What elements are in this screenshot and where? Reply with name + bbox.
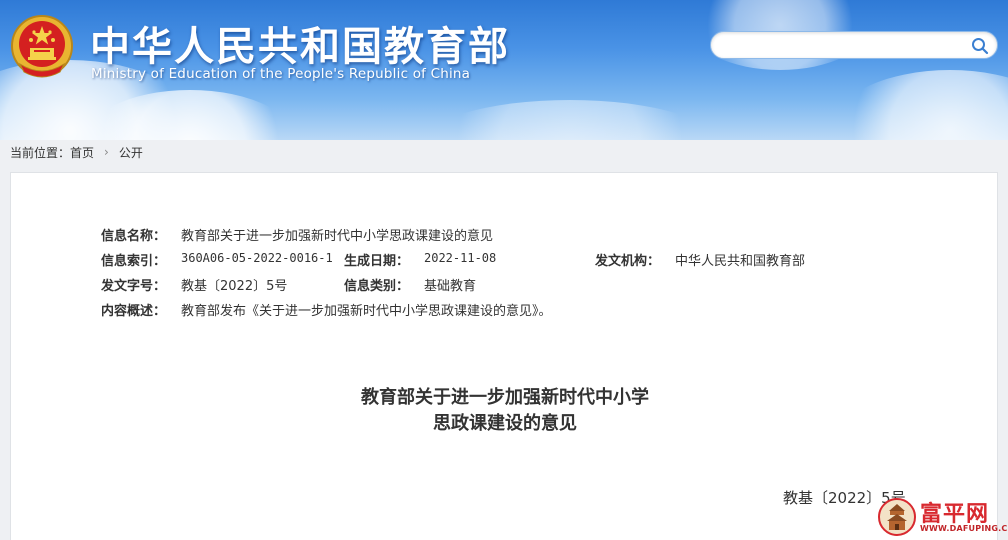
article-container: 信息名称： 教育部关于进一步加强新时代中小学思政课建设的意见 信息索引： 360… (10, 172, 998, 540)
meta-docno-value: 教基〔2022〕5号 (181, 279, 288, 294)
meta-category-label: 信息类别： (344, 279, 410, 294)
document-title: 教育部关于进一步加强新时代中小学 思政课建设的意见 (11, 385, 999, 437)
meta-date-label: 生成日期： (344, 254, 410, 269)
document-title-line: 思政课建设的意见 (433, 413, 577, 434)
meta-docno-label: 发文字号： (101, 279, 167, 294)
meta-index-label: 信息索引： (101, 254, 167, 269)
national-emblem-icon[interactable] (10, 14, 74, 82)
tower-logo-icon (878, 498, 916, 536)
breadcrumb: 当前位置： 首页 › 公开 (10, 144, 143, 160)
watermark-logo: 富平网 WWW.DAFUPING.CN (878, 496, 1008, 538)
site-header: 中华人民共和国教育部 Ministry of Education of the … (0, 0, 1008, 140)
site-title-en[interactable]: Ministry of Education of the People's Re… (91, 66, 470, 82)
search-box[interactable] (710, 31, 998, 59)
meta-index-value: 360A06-05-2022-0016-1 (181, 251, 333, 265)
meta-summary-value: 教育部发布《关于进一步加强新时代中小学思政课建设的意见》。 (181, 304, 552, 319)
chevron-right-icon: › (104, 145, 109, 159)
breadcrumb-label: 当前位置： (10, 145, 71, 160)
search-input[interactable] (723, 36, 967, 56)
site-title-cn[interactable]: 中华人民共和国教育部 (90, 14, 510, 72)
meta-name-value: 教育部关于进一步加强新时代中小学思政课建设的意见 (181, 229, 494, 244)
breadcrumb-public-link[interactable]: 公开 (119, 144, 143, 161)
breadcrumb-home-link[interactable]: 首页 (70, 144, 94, 161)
meta-summary-label: 内容概述： (101, 304, 167, 319)
meta-date-value: 2022-11-08 (424, 251, 497, 265)
cloud-decoration (830, 70, 1008, 140)
meta-org-label: 发文机构： (595, 254, 661, 269)
cloud-decoration (420, 100, 720, 140)
document-title-line: 教育部关于进一步加强新时代中小学 (361, 387, 649, 408)
watermark-url: WWW.DAFUPING.CN (920, 524, 1008, 533)
search-icon[interactable] (971, 37, 989, 55)
meta-org-value: 中华人民共和国教育部 (675, 254, 806, 269)
page: 中华人民共和国教育部 Ministry of Education of the … (0, 0, 1008, 540)
meta-name-label: 信息名称： (101, 229, 167, 244)
meta-category-value: 基础教育 (424, 279, 477, 294)
